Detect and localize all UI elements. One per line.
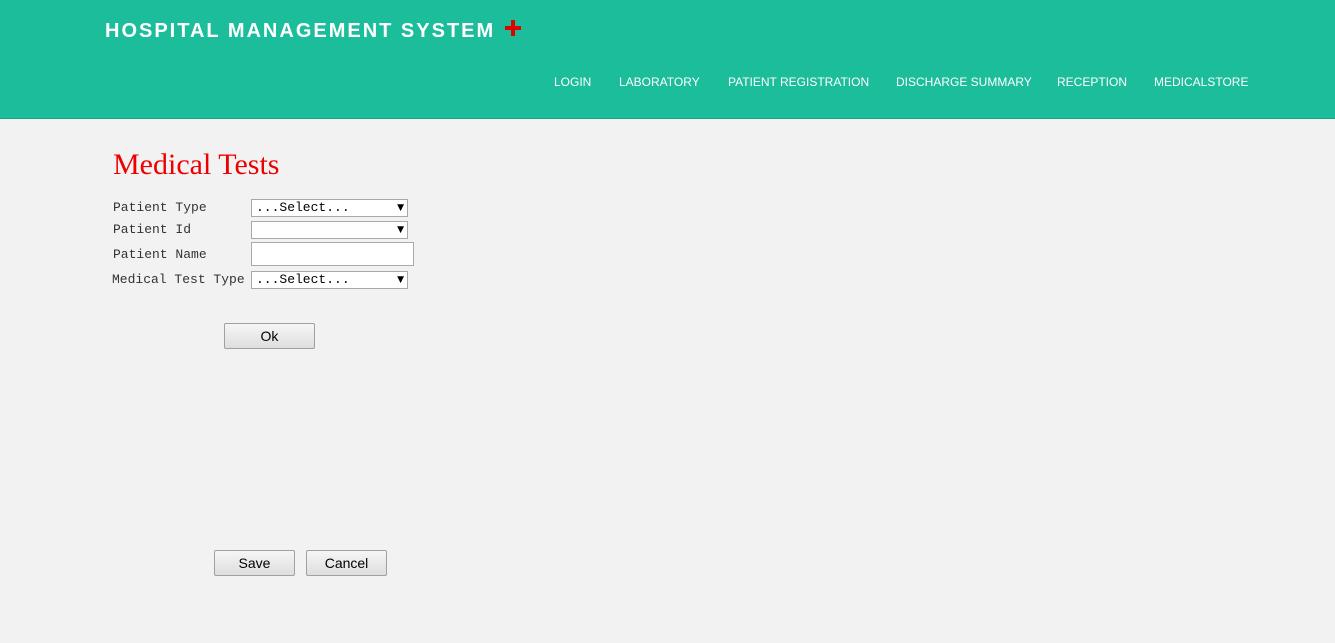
medical-test-type-value: ...Select... [256,272,350,287]
plus-icon [505,20,521,36]
save-button[interactable]: Save [214,550,295,576]
patient-id-select[interactable]: ▼ [251,221,408,239]
nav-reception[interactable]: RECEPTION [1057,75,1127,89]
patient-type-value: ...Select... [256,200,350,215]
app-title: HOSPITAL MANAGEMENT SYSTEM [105,20,496,42]
top-nav: LOGIN LABORATORY PATIENT REGISTRATION DI… [0,75,1335,91]
cancel-button[interactable]: Cancel [306,550,387,576]
nav-discharge-summary[interactable]: DISCHARGE SUMMARY [896,75,1032,89]
nav-laboratory[interactable]: LABORATORY [619,75,700,89]
header-bar: HOSPITAL MANAGEMENT SYSTEM LOGIN LABORAT… [0,0,1335,119]
patient-name-input[interactable] [251,242,414,266]
patient-type-label: Patient Type [113,200,207,215]
nav-patient-registration[interactable]: PATIENT REGISTRATION [728,75,869,89]
nav-login[interactable]: LOGIN [554,75,591,89]
nav-medicalstore[interactable]: MEDICALSTORE [1154,75,1248,89]
dropdown-arrow-icon: ▼ [397,203,404,213]
medical-test-type-label: Medical Test Type [112,272,245,287]
ok-button[interactable]: Ok [224,323,315,349]
dropdown-arrow-icon: ▼ [397,275,404,285]
page-title: Medical Tests [113,148,280,181]
dropdown-arrow-icon: ▼ [397,225,404,235]
patient-id-label: Patient Id [113,222,192,237]
medical-test-type-select[interactable]: ...Select... ▼ [251,271,408,289]
patient-type-select[interactable]: ...Select... ▼ [251,199,408,217]
patient-name-label: Patient Name [113,247,207,262]
